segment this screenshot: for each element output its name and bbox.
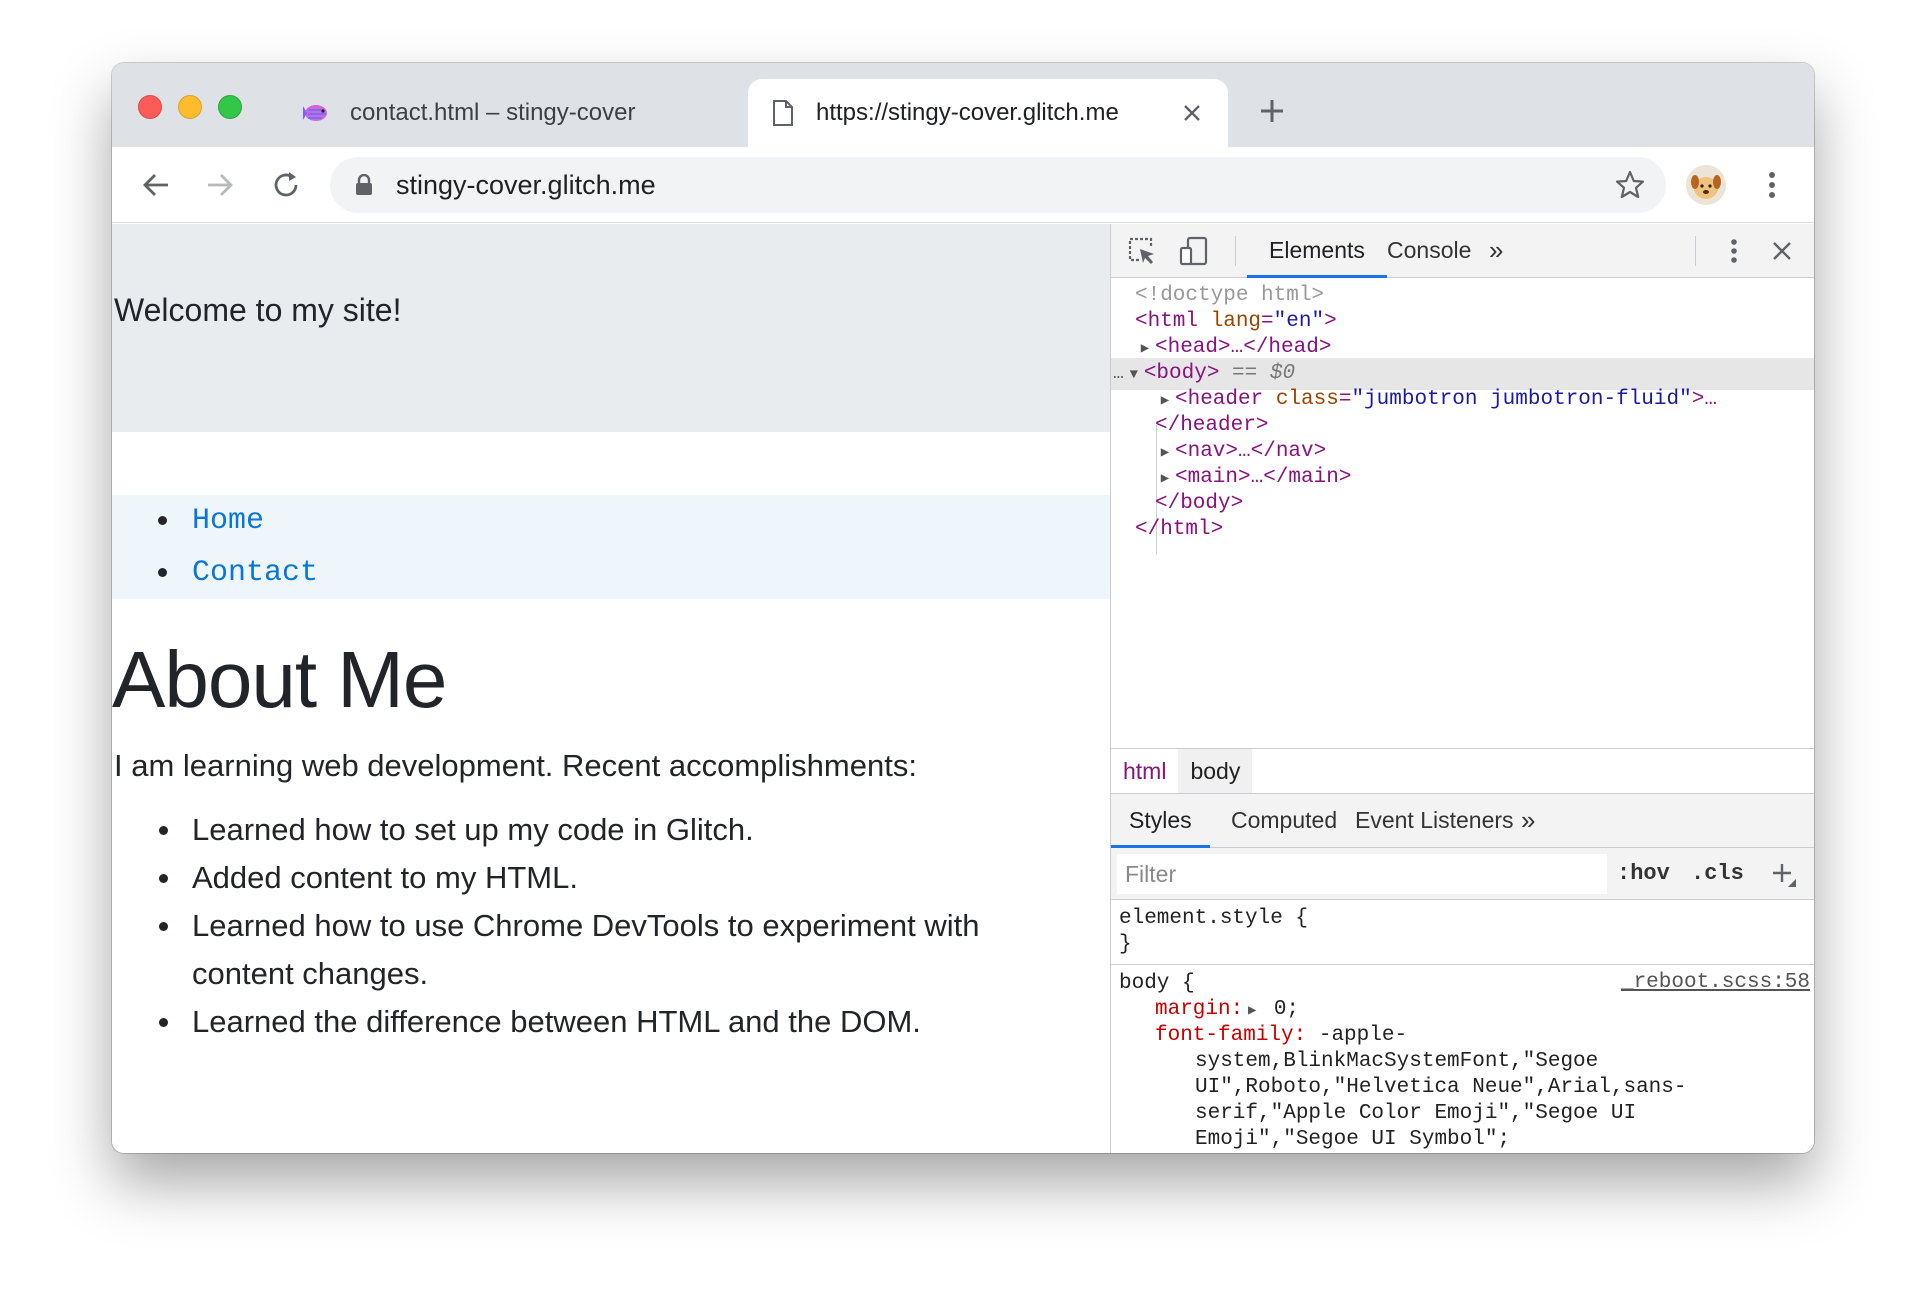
cls-toggle[interactable]: .cls bbox=[1691, 854, 1744, 894]
main-tag: <main>…</main> bbox=[1175, 466, 1352, 489]
nav-link-contact[interactable]: Contact bbox=[112, 553, 1110, 605]
selected-var: $0 bbox=[1269, 362, 1296, 385]
selected-eq: == bbox=[1232, 362, 1258, 385]
font-family-declaration[interactable]: font-family: -apple- bbox=[1119, 1023, 1814, 1049]
tab-site[interactable]: https://stingy-cover.glitch.me bbox=[748, 79, 1228, 147]
tab-strip: contact.html – stingy-cover https://stin… bbox=[112, 63, 1814, 147]
list-item: Learned the difference between HTML and … bbox=[112, 998, 1072, 1046]
header-tag: <header bbox=[1175, 388, 1264, 411]
class-value: "jumbotron jumbotron-fluid" bbox=[1351, 388, 1692, 411]
close-window-button[interactable] bbox=[138, 95, 162, 119]
nav-tag: <nav>…</nav> bbox=[1175, 440, 1327, 463]
styles-filter-input[interactable]: Filter bbox=[1117, 854, 1607, 894]
tab-computed[interactable]: Computed bbox=[1213, 794, 1355, 848]
hov-toggle[interactable]: :hov bbox=[1617, 854, 1670, 894]
back-button[interactable] bbox=[132, 161, 180, 209]
welcome-text: Welcome to my site! bbox=[114, 292, 402, 328]
html-close-tag: </html> bbox=[1135, 518, 1224, 541]
bookmark-star-icon[interactable] bbox=[1608, 163, 1652, 207]
font-family-property: font-family: bbox=[1155, 1024, 1307, 1047]
site-nav: Home Contact bbox=[112, 495, 1110, 599]
element-style-rule[interactable]: element.style { } bbox=[1111, 900, 1814, 964]
accomplishments-list: Learned how to set up my code in Glitch.… bbox=[112, 806, 1072, 1046]
tab-styles[interactable]: Styles bbox=[1111, 794, 1210, 848]
styles-filter-bar: Filter :hov .cls bbox=[1111, 848, 1814, 900]
margin-property: margin: bbox=[1155, 998, 1244, 1021]
dom-node-html-close[interactable]: </html> bbox=[1111, 514, 1814, 546]
margin-declaration[interactable]: margin: ▶ 0; bbox=[1119, 997, 1814, 1023]
expand-triangle-icon[interactable]: ▶ bbox=[1243, 998, 1261, 1024]
list-item: Learned how to use Chrome DevTools to ex… bbox=[112, 902, 1072, 998]
inspect-element-icon[interactable] bbox=[1123, 232, 1161, 270]
page-heading: About Me bbox=[112, 635, 447, 724]
more-tabs-button[interactable]: » bbox=[1467, 224, 1525, 278]
breadcrumb: html body bbox=[1111, 748, 1814, 794]
font-family-value: -apple- bbox=[1306, 1024, 1408, 1047]
jumbotron-header: Welcome to my site! bbox=[112, 224, 1110, 432]
forward-button[interactable] bbox=[196, 161, 244, 209]
lock-icon bbox=[352, 173, 376, 197]
styles-subtabs: Styles Computed Event Listeners » bbox=[1111, 794, 1814, 848]
devtools-panel: Elements Console » <!doctype html> <html… bbox=[1110, 224, 1814, 1153]
nav-link-home[interactable]: Home bbox=[112, 501, 1110, 553]
web-page: Welcome to my site! Home Contact About M… bbox=[112, 224, 1110, 1153]
class-attr: class bbox=[1275, 388, 1339, 411]
tab-title: https://stingy-cover.glitch.me bbox=[816, 99, 1119, 126]
element-style-selector: element.style { bbox=[1119, 907, 1309, 930]
body-close-tag: </body> bbox=[1155, 492, 1244, 515]
document-icon bbox=[768, 98, 798, 128]
devtools-menu-icon[interactable] bbox=[1715, 232, 1753, 270]
font-family-value: serif,"Apple Color Emoji","Segoe UI bbox=[1195, 1102, 1637, 1125]
breadcrumb-body[interactable]: body bbox=[1178, 749, 1253, 793]
browser-toolbar: stingy-cover.glitch.me bbox=[112, 147, 1814, 223]
url-text: stingy-cover.glitch.me bbox=[396, 169, 656, 200]
reload-button[interactable] bbox=[262, 161, 310, 209]
close-devtools-icon[interactable] bbox=[1763, 232, 1801, 270]
style-rules: element.style { } _reboot.scss:58 body {… bbox=[1111, 900, 1814, 1153]
profile-avatar[interactable] bbox=[1686, 165, 1726, 205]
zoom-window-button[interactable] bbox=[218, 95, 242, 119]
font-family-value: system,BlinkMacSystemFont,"Segoe bbox=[1195, 1050, 1599, 1073]
minimize-window-button[interactable] bbox=[178, 95, 202, 119]
doctype-text: <!doctype html> bbox=[1135, 284, 1325, 307]
header-rest: >… bbox=[1691, 388, 1717, 411]
head-tag: <head>…</head> bbox=[1155, 336, 1332, 359]
browser-menu-button[interactable] bbox=[1748, 161, 1796, 209]
body-style-rule[interactable]: _reboot.scss:58 body { margin: ▶ 0; font-… bbox=[1111, 964, 1814, 1153]
device-toolbar-icon[interactable] bbox=[1175, 232, 1213, 270]
margin-value: 0; bbox=[1261, 998, 1300, 1021]
html-tag: <html bbox=[1135, 310, 1199, 333]
breadcrumb-html[interactable]: html bbox=[1111, 749, 1178, 793]
list-item: Added content to my HTML. bbox=[112, 854, 1072, 902]
font-family-value: Emoji","Segoe UI Symbol"; bbox=[1195, 1128, 1511, 1151]
new-tab-button[interactable] bbox=[1252, 91, 1292, 131]
rule-close-brace: } bbox=[1119, 933, 1132, 956]
more-subtabs-button[interactable]: » bbox=[1503, 794, 1553, 848]
tab-title: contact.html – stingy-cover bbox=[350, 99, 636, 126]
close-icon[interactable] bbox=[1176, 97, 1208, 129]
font-family-value: UI",Roboto,"Helvetica Neue",Arial,sans- bbox=[1195, 1076, 1687, 1099]
address-bar[interactable]: stingy-cover.glitch.me bbox=[330, 157, 1666, 213]
header-close-tag: </header> bbox=[1155, 414, 1269, 437]
intro-text: I am learning web development. Recent ac… bbox=[114, 748, 917, 783]
body-tag: <body> bbox=[1143, 362, 1220, 385]
browser-window: contact.html – stingy-cover https://stin… bbox=[112, 63, 1814, 1153]
glitch-fish-icon bbox=[302, 98, 332, 128]
lang-value: "en" bbox=[1273, 310, 1325, 333]
new-style-rule-icon[interactable] bbox=[1765, 856, 1801, 892]
more-actions-icon[interactable]: … bbox=[1113, 364, 1124, 384]
devtools-toolbar: Elements Console » bbox=[1111, 224, 1814, 278]
list-item: Learned how to set up my code in Glitch. bbox=[112, 806, 1072, 854]
stylesheet-link[interactable]: _reboot.scss:58 bbox=[1621, 971, 1810, 994]
lang-attr: lang bbox=[1210, 310, 1262, 333]
dom-tree: <!doctype html> <html lang="en"> ▶ <head>… bbox=[1111, 278, 1814, 678]
